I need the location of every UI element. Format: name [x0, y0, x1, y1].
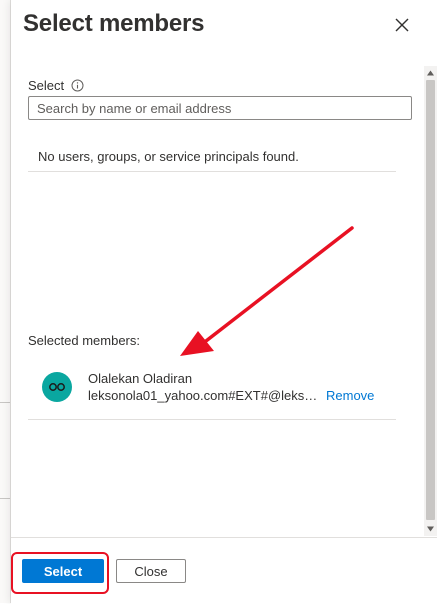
- close-icon[interactable]: [391, 14, 413, 36]
- strip-divider: [0, 498, 10, 499]
- selected-member-row: Olalekan Oladiran leksonola01_yahoo.com#…: [28, 362, 396, 416]
- select-members-panel: Select members Select No users, groups, …: [11, 0, 437, 604]
- member-name: Olalekan Oladiran: [88, 371, 193, 386]
- scrollbar-thumb[interactable]: [426, 80, 435, 520]
- member-avatar: [42, 372, 72, 402]
- scroll-down-icon[interactable]: [426, 525, 435, 533]
- select-button[interactable]: Select: [22, 559, 104, 583]
- member-email: leksonola01_yahoo.com#EXT#@lekso...: [88, 388, 318, 403]
- remove-member-link[interactable]: Remove: [326, 388, 374, 403]
- panel-content: Select No users, groups, or service prin…: [11, 66, 437, 536]
- results-divider: [28, 171, 396, 172]
- search-input[interactable]: [28, 96, 412, 120]
- select-label: Select: [28, 78, 65, 93]
- close-button[interactable]: Close: [116, 559, 186, 583]
- infinity-icon: [49, 383, 65, 391]
- selected-members-label: Selected members:: [28, 333, 140, 348]
- background-page-strip: [0, 0, 11, 603]
- panel-title: Select members: [23, 10, 205, 37]
- selected-divider: [28, 419, 396, 420]
- panel-scrollbar[interactable]: [424, 66, 437, 536]
- no-results-message: No users, groups, or service principals …: [38, 149, 299, 164]
- info-icon[interactable]: [71, 79, 84, 92]
- scroll-up-icon[interactable]: [426, 69, 435, 77]
- panel-footer: Select Close: [11, 537, 437, 604]
- strip-divider: [0, 402, 10, 403]
